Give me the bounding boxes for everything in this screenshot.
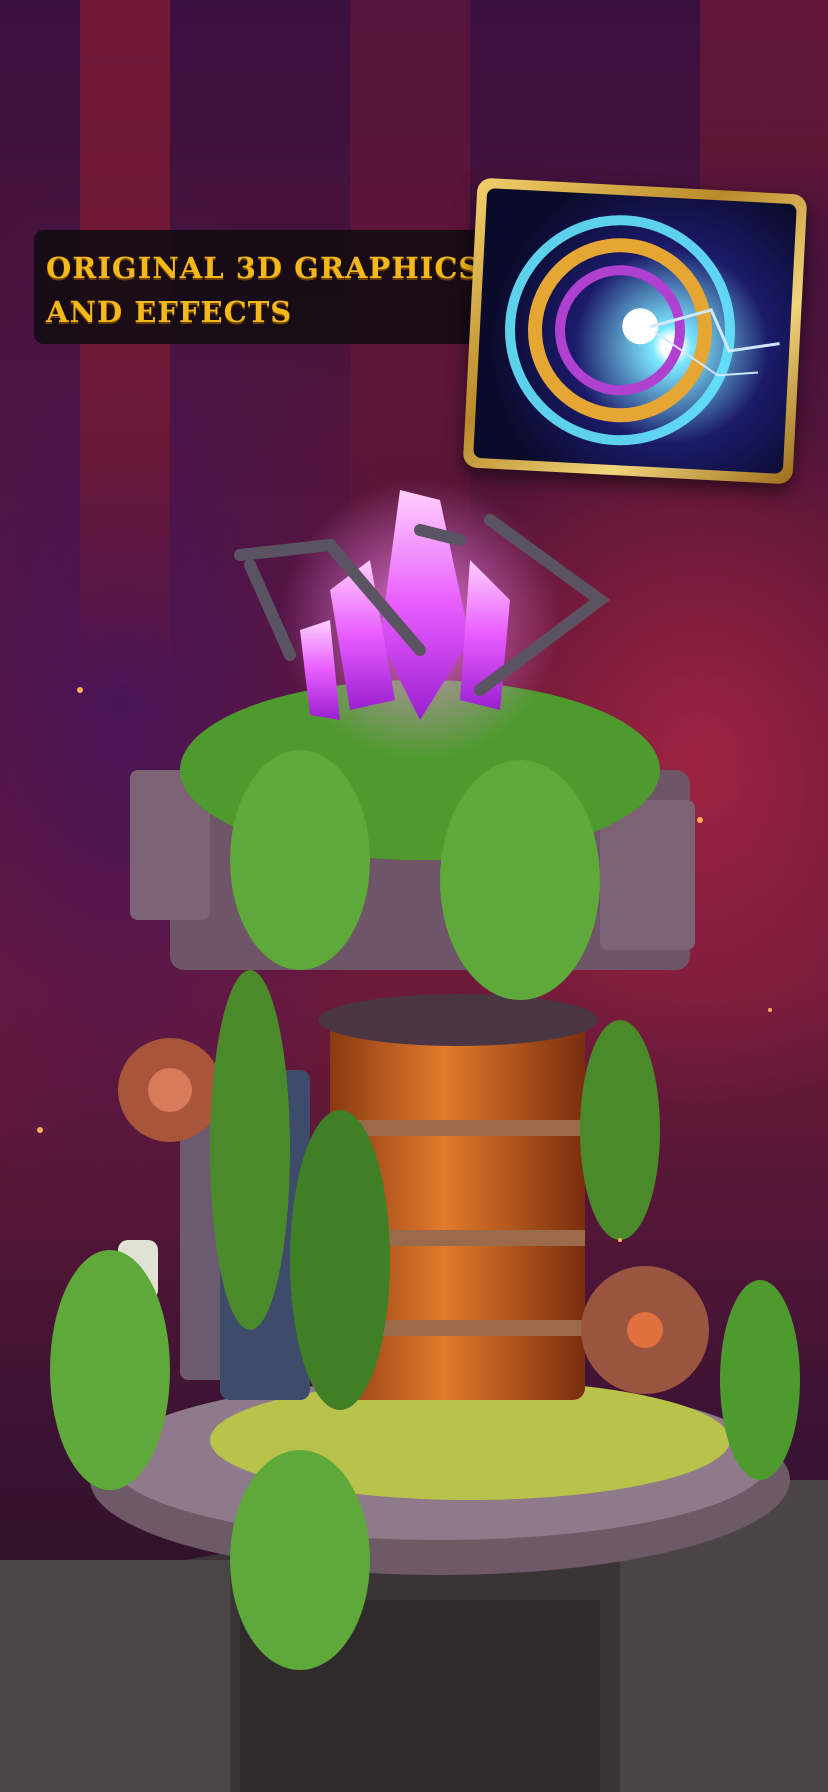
promo-headline: ORIGINAL 3D GRAPHICS AND EFFECTS (46, 251, 481, 329)
stone-platform (90, 1380, 790, 1575)
effects-preview-card (462, 177, 808, 485)
magic-crystal (280, 480, 560, 760)
portal-graphic (505, 215, 780, 446)
energy-portal-icon (473, 188, 797, 474)
